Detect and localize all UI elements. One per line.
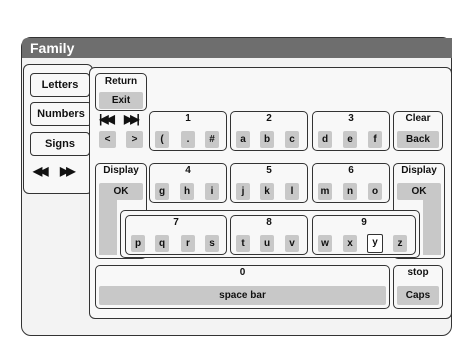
ok-left-button[interactable]: OK [99,183,143,200]
key-z[interactable]: z [393,235,407,252]
key-d[interactable]: d [318,131,332,148]
exit-button[interactable]: Exit [99,92,143,109]
tab-letters[interactable]: Letters [30,73,90,97]
skip-back-icon[interactable]: |◀◀ [99,112,115,126]
next-tab-icon[interactable]: ▶▶ [60,164,76,178]
key-w[interactable]: w [318,235,332,252]
return-label[interactable]: Return [95,76,147,87]
group-number-7: 7 [173,217,179,228]
key-y-selected[interactable]: y [367,234,383,253]
key-x[interactable]: x [343,235,357,252]
key-r[interactable]: r [181,235,195,252]
group-number-3: 3 [348,113,354,124]
key-q[interactable]: q [155,235,169,252]
space-bar-button[interactable]: space bar [99,286,386,305]
tab-numbers[interactable]: Numbers [30,102,92,126]
key-f[interactable]: f [368,131,382,148]
group-number-9: 9 [361,217,367,228]
key-period[interactable]: . [181,131,195,148]
key-g[interactable]: g [155,183,169,200]
key-p[interactable]: p [131,235,145,252]
ok-right-button[interactable]: OK [397,183,441,200]
key-e[interactable]: e [343,131,357,148]
key-c[interactable]: c [285,131,299,148]
key-n[interactable]: n [343,183,357,200]
group-number-0: 0 [239,267,246,278]
key-i[interactable]: i [205,183,219,200]
group-number-8: 8 [266,217,272,228]
group-number-6: 6 [348,165,354,176]
key-k[interactable]: k [260,183,274,200]
key-v[interactable]: v [285,235,299,252]
key-u[interactable]: u [260,235,274,252]
back-button[interactable]: Back [397,131,439,148]
key-j[interactable]: j [236,183,250,200]
cursor-right-button[interactable]: > [126,131,143,148]
key-s[interactable]: s [205,235,219,252]
tab-signs[interactable]: Signs [30,132,90,156]
key-l[interactable]: l [285,183,299,200]
display-left-bar [99,196,117,255]
key-o[interactable]: o [368,183,382,200]
stop-label[interactable]: stop [393,267,443,278]
group-number-2: 2 [266,113,272,124]
display-right-label[interactable]: Display [393,165,445,176]
key-open-paren[interactable]: ( [155,131,169,148]
key-b[interactable]: b [260,131,274,148]
key-a[interactable]: a [236,131,250,148]
key-m[interactable]: m [318,183,332,200]
group-number-1: 1 [185,113,191,124]
display-left-label[interactable]: Display [95,165,147,176]
key-h[interactable]: h [180,183,194,200]
group-number-5: 5 [266,165,272,176]
skip-forward-icon[interactable]: ▶▶| [124,112,140,126]
key-t[interactable]: t [236,235,250,252]
prev-tab-icon[interactable]: ◀◀ [33,164,49,178]
clear-label[interactable]: Clear [393,113,443,124]
window-title: Family [22,38,452,58]
display-right-bar [423,196,441,255]
key-hash[interactable]: # [205,131,219,148]
caps-button[interactable]: Caps [397,286,439,305]
group-number-4: 4 [185,165,191,176]
cursor-left-button[interactable]: < [99,131,116,148]
